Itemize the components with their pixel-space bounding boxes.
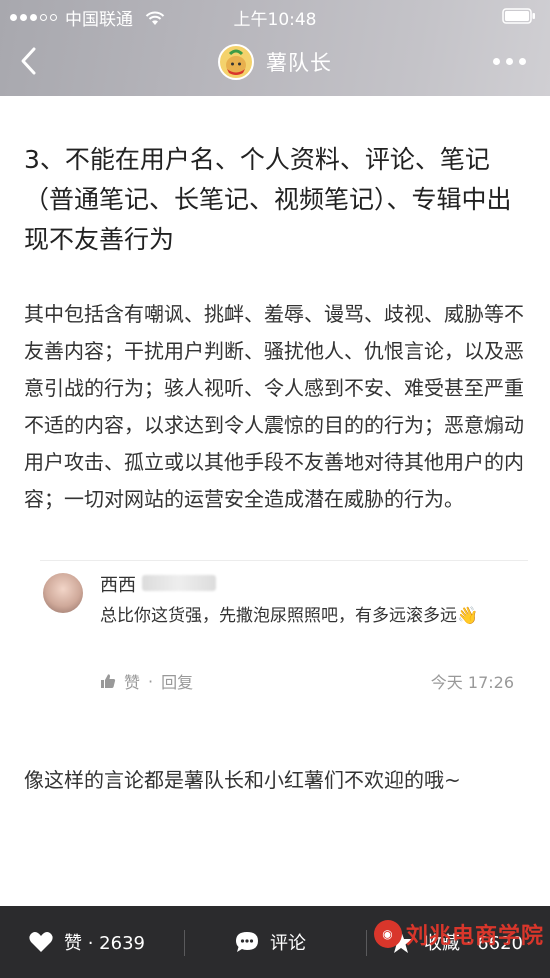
comment-card: 西西 总比你这货强，先撒泡尿照照吧，有多远滚多远👋 赞 · 回复 今天 17:2… bbox=[40, 560, 528, 702]
action-separator: · bbox=[148, 671, 154, 691]
comment-actions: 赞 · 回复 bbox=[100, 669, 193, 693]
watermark-logo-icon: ◉ bbox=[373, 920, 402, 948]
status-bar: 中国联通 上午10:48 bbox=[0, 0, 550, 32]
watermark-text: 刘兆电商学院 bbox=[405, 924, 544, 949]
comment-time: 今天 17:26 bbox=[430, 673, 514, 692]
nav-center: 薯队长 bbox=[0, 44, 550, 80]
account-avatar[interactable] bbox=[218, 44, 254, 80]
comment-like-label[interactable]: 赞 bbox=[124, 669, 140, 693]
article-body: 其中包括含有嘲讽、挑衅、羞辱、谩骂、歧视、威胁等不友善内容；干扰用户判断、骚扰他… bbox=[24, 302, 524, 511]
comment-reply-label[interactable]: 回复 bbox=[161, 669, 193, 693]
comment-tab-label: 评论 bbox=[270, 933, 306, 954]
watermark: ◉ 刘兆电商学院 bbox=[373, 918, 544, 950]
divider bbox=[184, 930, 185, 956]
nav-bar: 薯队长 bbox=[0, 32, 550, 92]
commenter-name[interactable]: 西西 bbox=[100, 571, 136, 597]
battery-icon bbox=[502, 8, 535, 24]
comment-text: 总比你这货强，先撒泡尿照照吧，有多远滚多远👋 bbox=[100, 606, 479, 626]
status-time: 上午10:48 bbox=[233, 10, 317, 30]
potato-mascot-icon bbox=[226, 49, 246, 75]
comment-button[interactable]: 评论 bbox=[234, 906, 306, 978]
thumbs-up-icon[interactable] bbox=[100, 673, 116, 689]
article-heading: 3、不能在用户名、个人资料、评论、笔记（普通笔记、长笔记、视频笔记）、专辑中出现… bbox=[24, 145, 512, 254]
nav-title: 薯队长 bbox=[266, 51, 332, 75]
like-count: 赞 · 2639 bbox=[64, 933, 145, 954]
divider bbox=[366, 930, 367, 956]
article: 3、不能在用户名、个人资料、评论、笔记（普通笔记、长笔记、视频笔记）、专辑中出现… bbox=[24, 140, 530, 518]
closing-text: 像这样的言论都是薯队长和小红薯们不欢迎的哦~ bbox=[24, 768, 461, 792]
comment-bubble-icon bbox=[236, 932, 258, 952]
name-blur bbox=[142, 575, 216, 591]
heart-icon bbox=[29, 932, 53, 952]
more-dots-icon[interactable] bbox=[493, 58, 526, 65]
like-button[interactable]: 赞 · 2639 bbox=[28, 906, 145, 978]
commenter-avatar[interactable] bbox=[43, 573, 83, 613]
